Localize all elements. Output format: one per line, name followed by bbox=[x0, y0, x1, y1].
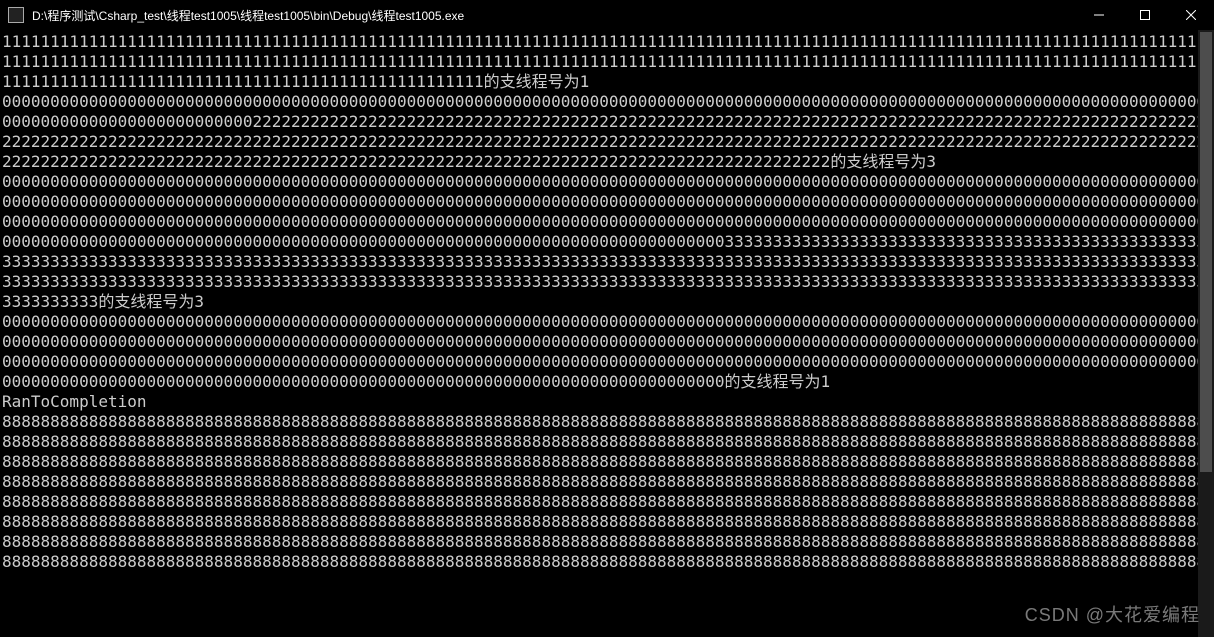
title-bar: D:\程序测试\Csharp_test\线程test1005\线程test100… bbox=[0, 0, 1214, 30]
close-button[interactable] bbox=[1168, 0, 1214, 30]
scrollbar-thumb[interactable] bbox=[1200, 32, 1212, 472]
vertical-scrollbar[interactable] bbox=[1198, 30, 1214, 637]
minimize-button[interactable] bbox=[1076, 0, 1122, 30]
console-output: 1111111111111111111111111111111111111111… bbox=[0, 30, 1214, 637]
close-icon bbox=[1186, 10, 1196, 20]
app-icon bbox=[8, 7, 24, 23]
maximize-icon bbox=[1140, 10, 1150, 20]
window-title: D:\程序测试\Csharp_test\线程test1005\线程test100… bbox=[32, 7, 1076, 24]
minimize-icon bbox=[1094, 10, 1104, 20]
maximize-button[interactable] bbox=[1122, 0, 1168, 30]
